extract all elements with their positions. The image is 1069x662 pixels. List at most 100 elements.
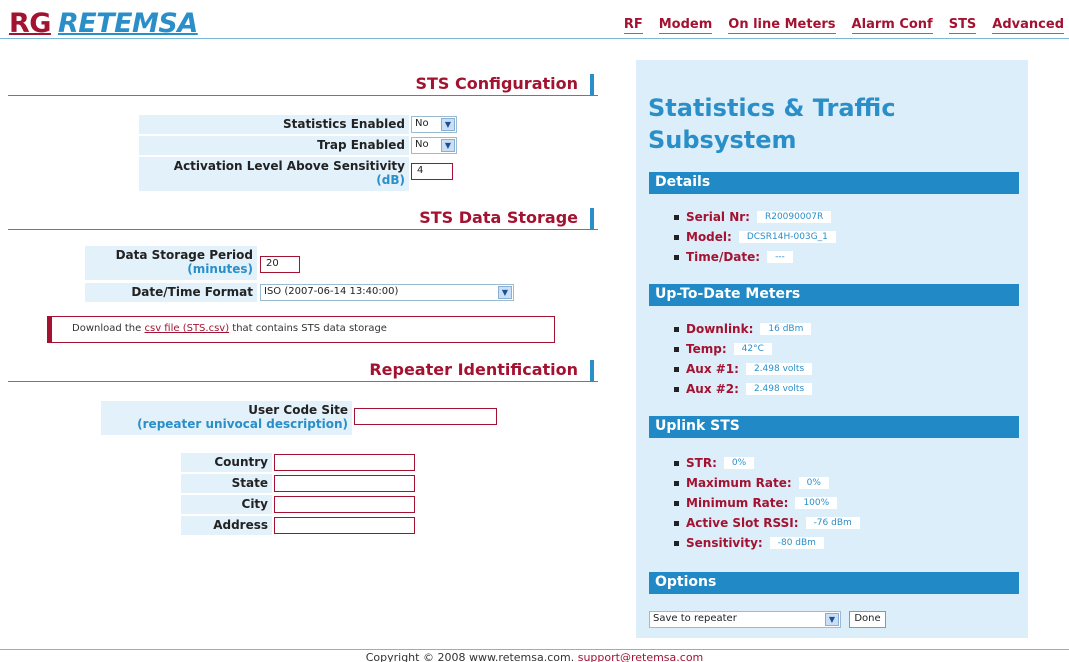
panel-title-line2: Subsystem [648,126,797,154]
bullet-icon [674,254,679,260]
list-item: Temp: 42°C [674,339,812,359]
list-item: Downlink: 16 dBm [674,319,812,339]
bullet-icon [674,366,679,372]
aux2-value: 2.498 volts [745,383,813,395]
aux1-label: Aux #1: [686,362,739,376]
user-code-input[interactable] [354,408,497,425]
state-label: State [181,474,272,493]
chevron-down-icon: ▼ [441,118,455,131]
list-item: Model: DCSR14H-003G_1 [674,227,836,247]
activation-level-label: Activation Level Above Sensitivity (dB) [139,157,409,191]
meters-bar: Up-To-Date Meters [649,284,1019,306]
activation-level-unit: (dB) [376,173,405,187]
user-code-sub: (repeater univocal description) [137,417,348,431]
sts-storage-header: STS Data Storage [8,208,598,230]
section-marker [590,208,594,230]
rssi-label: Active Slot RSSI: [686,516,799,530]
activation-level-input[interactable]: 4 [411,163,453,180]
options-bar: Options [649,572,1019,594]
support-email-link[interactable]: support@retemsa.com [578,651,704,662]
nav-rf[interactable]: RF [623,17,643,34]
section-marker [590,360,594,382]
temp-label: Temp: [686,342,727,356]
sts-storage-title: STS Data Storage [419,208,578,227]
address-label: Address [181,516,272,535]
timedate-value: --- [767,251,793,263]
statistics-enabled-value: No [415,118,429,129]
bullet-icon [674,460,679,466]
temp-value: 42°C [733,343,772,355]
logo-name: RETEMSA [57,8,198,39]
list-item: STR: 0% [674,453,860,473]
download-suffix: that contains STS data storage [229,323,387,334]
aux1-value: 2.498 volts [745,363,813,375]
rssi-value: -76 dBm [805,517,860,529]
city-label: City [181,495,272,514]
str-value: 0% [723,457,755,469]
details-list: Serial Nr: R20090007R Model: DCSR14H-003G_… [674,207,836,267]
trap-enabled-value: No [415,139,429,150]
city-input[interactable] [274,496,415,513]
serial-value: R20090007R [756,211,832,223]
panel-title-line1: Statistics & Traffic [648,94,896,122]
country-label: Country [181,453,272,472]
address-input[interactable] [274,517,415,534]
user-code-label: User Code Site (repeater univocal descri… [101,401,352,435]
bullet-icon [674,346,679,352]
datetime-format-value: ISO (2007-06-14 13:40:00) [264,286,399,297]
meters-list: Downlink: 16 dBm Temp: 42°C Aux #1: 2.498 v… [674,319,813,399]
uplink-bar: Uplink STS [649,416,1019,438]
panel-title: Statistics & Traffic Subsystem [648,92,896,156]
datetime-format-select[interactable]: ISO (2007-06-14 13:40:00) ▼ [260,284,514,301]
activation-level-text: Activation Level Above Sensitivity [173,159,405,173]
max-rate-value: 0% [798,477,829,489]
country-input[interactable] [274,454,415,471]
nav-alarm-conf[interactable]: Alarm Conf [851,17,933,34]
model-value: DCSR14H-003G_1 [738,231,836,243]
repeater-id-title: Repeater Identification [369,360,578,379]
sts-config-header: STS Configuration [8,74,598,96]
download-prefix: Download the [72,323,145,334]
list-item: Time/Date: --- [674,247,836,267]
statistics-enabled-label: Statistics Enabled [139,115,409,134]
list-item: Minimum Rate: 100% [674,493,860,513]
statistics-enabled-select[interactable]: No ▼ [411,116,457,133]
trap-enabled-select[interactable]: No ▼ [411,137,457,154]
footer-divider [0,649,1069,650]
csv-download-link[interactable]: csv file (STS.csv) [144,323,229,334]
bullet-icon [674,480,679,486]
list-item: Maximum Rate: 0% [674,473,860,493]
nav-modem[interactable]: Modem [658,17,713,34]
section-marker [590,74,594,96]
min-rate-label: Minimum Rate: [686,496,789,510]
options-select-value: Save to repeater [653,613,737,624]
list-item: Sensitivity: -80 dBm [674,533,860,553]
storage-period-input[interactable]: 20 [260,256,300,273]
download-notice: Download the csv file (STS.csv) that con… [47,316,555,343]
list-item: Aux #1: 2.498 volts [674,359,813,379]
aux2-label: Aux #2: [686,382,739,396]
bullet-icon [674,326,679,332]
storage-period-label: Data Storage Period (minutes) [85,246,257,280]
user-code-text: User Code Site [248,403,348,417]
trap-enabled-label: Trap Enabled [139,136,409,155]
storage-period-text: Data Storage Period [115,248,253,262]
sts-config-title: STS Configuration [415,74,578,93]
bullet-icon [674,520,679,526]
nav-advanced[interactable]: Advanced [992,17,1064,34]
downlink-value: 16 dBm [760,323,812,335]
min-rate-value: 100% [795,497,838,509]
nav-sts[interactable]: STS [948,17,977,34]
details-bar: Details [649,172,1019,194]
downlink-label: Downlink: [686,322,754,336]
done-button[interactable]: Done [849,611,886,628]
str-label: STR: [686,456,717,470]
max-rate-label: Maximum Rate: [686,476,792,490]
chevron-down-icon: ▼ [441,139,455,152]
list-item: Aux #2: 2.498 volts [674,379,813,399]
header-divider [0,38,1069,39]
nav-online-meters[interactable]: On line Meters [728,17,836,34]
bullet-icon [674,386,679,392]
state-input[interactable] [274,475,415,492]
options-select[interactable]: Save to repeater ▼ [649,611,841,628]
